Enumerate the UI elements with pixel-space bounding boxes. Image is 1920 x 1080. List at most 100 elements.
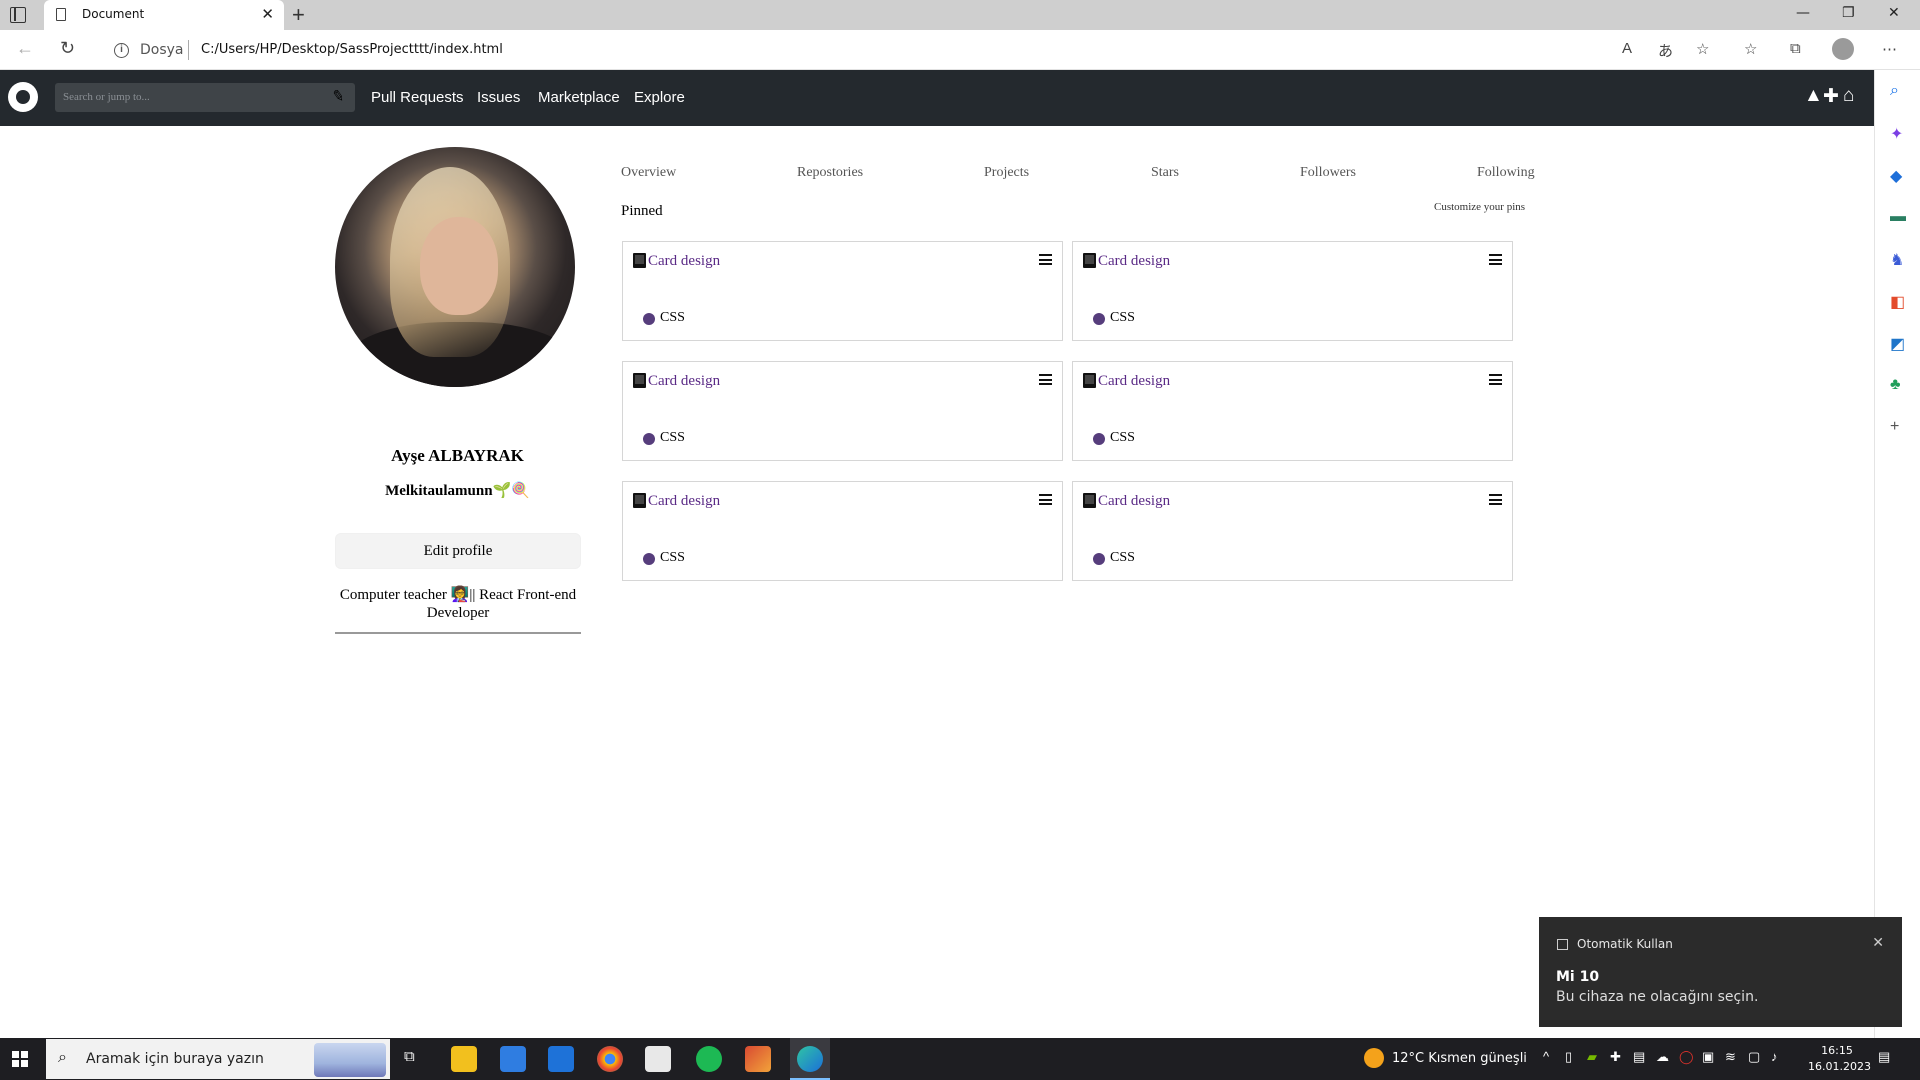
tab-followers[interactable]: Followers [1300, 165, 1356, 181]
nav-explore[interactable]: Explore [634, 89, 685, 106]
usb-icon[interactable]: ▯ [1565, 1049, 1572, 1065]
document-app-icon[interactable] [645, 1046, 671, 1072]
repo-language: CSS [1110, 550, 1135, 565]
refresh-icon[interactable]: ↻ [60, 38, 75, 59]
read-aloud-icon[interactable]: A [1622, 40, 1632, 57]
browser-tab[interactable]: Document ✕ [44, 0, 284, 30]
device-icon[interactable]: ▣ [1702, 1049, 1714, 1065]
repo-link[interactable]: Card design [1098, 373, 1170, 390]
language-color-dot [643, 433, 655, 445]
collections-icon[interactable]: ⧉ [1790, 40, 1801, 57]
tab-projects[interactable]: Projects [984, 165, 1029, 181]
outlook-icon[interactable]: ◩ [1890, 334, 1905, 354]
repo-link[interactable]: Card design [1098, 253, 1170, 270]
toast-app-name: Otomatik Kullan [1577, 937, 1673, 951]
tab-following[interactable]: Following [1477, 165, 1535, 181]
chevron-up-icon[interactable]: ^ [1543, 1049, 1549, 1064]
cloud-icon[interactable]: ☁ [1656, 1049, 1669, 1065]
search-input[interactable]: Search or jump to... ✎ [55, 83, 355, 112]
new-tab-button[interactable]: + [292, 2, 305, 28]
close-tab-icon[interactable]: ✕ [261, 5, 274, 23]
keyboard-icon[interactable]: ▤ [1633, 1049, 1645, 1065]
home-icon[interactable]: ⌂ [1843, 85, 1854, 107]
display-icon[interactable]: ▢ [1748, 1049, 1760, 1065]
plus-icon[interactable]: ✚ [1823, 85, 1839, 108]
file-explorer-icon[interactable] [451, 1046, 477, 1072]
nav-marketplace[interactable]: Marketplace [538, 89, 620, 106]
edit-profile-button[interactable]: Edit profile [335, 533, 581, 569]
pinned-card[interactable]: Card design CSS [1072, 241, 1513, 341]
tab-stars[interactable]: Stars [1151, 165, 1179, 181]
weather-text[interactable]: 12°C Kısmen güneşli [1392, 1051, 1527, 1066]
pinned-card[interactable]: Card design CSS [1072, 481, 1513, 581]
wifi-icon[interactable]: ≋ [1725, 1049, 1736, 1065]
mail-icon[interactable] [548, 1046, 574, 1072]
pinned-card[interactable]: Card design CSS [622, 361, 1063, 461]
drag-handle-icon[interactable] [1039, 374, 1052, 385]
drag-handle-icon[interactable] [1039, 254, 1052, 265]
info-icon[interactable]: i [114, 43, 129, 58]
minimize-icon[interactable]: — [1796, 5, 1810, 21]
drag-handle-icon[interactable] [1039, 494, 1052, 505]
speaker-icon[interactable]: ♪ [1771, 1049, 1778, 1064]
close-window-icon[interactable]: ✕ [1888, 5, 1900, 21]
translate-icon[interactable]: あ [1658, 40, 1673, 61]
drag-handle-icon[interactable] [1489, 374, 1502, 385]
search-icon[interactable]: ⌕ [1890, 82, 1899, 100]
pinned-card[interactable]: Card design CSS [1072, 361, 1513, 461]
shopping-icon[interactable]: ◆ [1890, 166, 1902, 186]
tree-icon[interactable]: ♣ [1890, 376, 1901, 394]
customize-pins-link[interactable]: Customize your pins [1434, 201, 1525, 213]
notification-toast[interactable]: Otomatik Kullan ✕ Mi 10 Bu cihaza ne ola… [1539, 917, 1902, 1027]
favorites-icon[interactable]: ☆ [1744, 40, 1757, 58]
taskbar-search-input[interactable]: ⌕ Aramak için buraya yazın [46, 1039, 390, 1079]
task-view-icon[interactable]: ⧉ [404, 1048, 415, 1065]
browser-titlebar: Document ✕ + — ❐ ✕ [0, 0, 1920, 30]
tab-repositories[interactable]: Repostories [797, 165, 863, 181]
address-divider [188, 40, 189, 60]
pinned-card[interactable]: Card design CSS [622, 241, 1063, 341]
repo-book-icon [633, 373, 646, 388]
repo-link[interactable]: Card design [1098, 493, 1170, 510]
photo-face [420, 217, 498, 315]
nav-issues[interactable]: Issues [477, 89, 520, 106]
close-icon[interactable]: ✕ [1872, 934, 1884, 951]
repo-link[interactable]: Card design [648, 493, 720, 510]
drag-handle-icon[interactable] [1489, 254, 1502, 265]
back-arrow-icon[interactable]: ← [16, 38, 34, 59]
windows-start-icon[interactable] [12, 1051, 28, 1067]
add-sidebar-icon[interactable]: + [1890, 418, 1899, 436]
tools-icon[interactable]: ▬ [1890, 208, 1906, 226]
drag-handle-icon[interactable] [1489, 494, 1502, 505]
more-menu-icon[interactable]: ⋯ [1882, 40, 1897, 58]
toast-title: Mi 10 [1556, 969, 1600, 985]
url-field[interactable]: C:/Users/HP/Desktop/SassProjectttt/index… [201, 42, 503, 57]
spotify-icon[interactable] [696, 1046, 722, 1072]
discover-icon[interactable]: ✦ [1890, 124, 1903, 144]
favorite-add-icon[interactable]: ☆ [1696, 40, 1709, 58]
repo-book-icon [1083, 373, 1096, 388]
store-icon[interactable] [500, 1046, 526, 1072]
repo-link[interactable]: Card design [648, 373, 720, 390]
github-logo-icon[interactable] [8, 82, 38, 112]
edge-taskbar-item[interactable] [790, 1038, 830, 1080]
office-icon[interactable]: ◧ [1890, 292, 1905, 312]
edge-sidebar: ⌕ ✦ ◆ ▬ ♞ ◧ ◩ ♣ + [1874, 70, 1920, 1038]
opera-icon[interactable]: ◯ [1679, 1049, 1694, 1065]
address-label: Dosya [140, 42, 184, 58]
git-app-icon[interactable] [745, 1046, 771, 1072]
clock[interactable]: 16:15 16.01.2023 [1808, 1043, 1871, 1075]
profile-avatar-icon[interactable] [1832, 38, 1854, 60]
repo-link[interactable]: Card design [648, 253, 720, 270]
games-icon[interactable]: ♞ [1890, 250, 1904, 270]
tab-overview[interactable]: Overview [621, 165, 676, 181]
security-icon[interactable]: ✚ [1610, 1049, 1621, 1065]
chrome-icon[interactable] [597, 1046, 623, 1072]
notification-bell-icon[interactable]: ▲ [1804, 85, 1823, 107]
notification-center-icon[interactable]: ▤ [1878, 1049, 1890, 1065]
nvidia-icon[interactable]: ▰ [1587, 1049, 1597, 1065]
pinned-card[interactable]: Card design CSS [622, 481, 1063, 581]
tab-actions-icon[interactable] [10, 7, 26, 23]
nav-pull-requests[interactable]: Pull Requests [371, 89, 464, 106]
restore-icon[interactable]: ❐ [1842, 5, 1855, 21]
